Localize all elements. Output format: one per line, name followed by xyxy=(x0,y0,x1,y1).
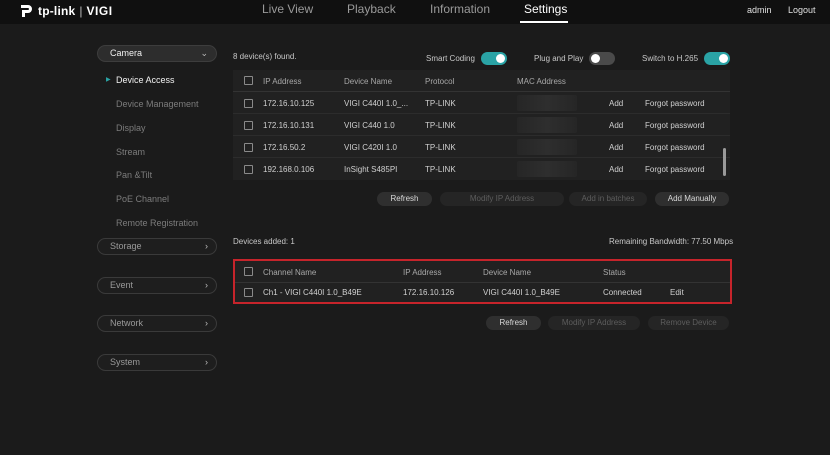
remaining-bandwidth: Remaining Bandwidth: 77.50 Mbps xyxy=(609,237,734,246)
nav-playback[interactable]: Playback xyxy=(347,2,396,16)
row-add-link[interactable]: Add xyxy=(609,143,623,152)
row-mac-redacted xyxy=(517,95,577,111)
logo-product: VIGI xyxy=(86,4,113,18)
row-protocol: TP-LINK xyxy=(425,121,456,130)
row-ip: 172.16.50.2 xyxy=(263,143,306,152)
refresh-button[interactable]: Refresh xyxy=(377,192,432,206)
row-mac-redacted xyxy=(517,117,577,133)
toggle-knob xyxy=(496,54,505,63)
sidebar-network-menu[interactable]: Network › xyxy=(97,315,217,332)
row-ip: 172.16.10.131 xyxy=(263,121,315,130)
logo-separator: | xyxy=(79,4,83,18)
add-manually-button[interactable]: Add Manually xyxy=(655,192,729,206)
column-device-name: Device Name xyxy=(344,77,393,86)
modify-ip-button[interactable]: Modify IP Address xyxy=(440,192,564,206)
tp-link-logo-icon xyxy=(21,5,32,17)
row-checkbox[interactable] xyxy=(244,143,253,152)
sidebar-system-label: System xyxy=(110,357,141,367)
smart-coding-label: Smart Coding xyxy=(426,54,475,63)
chevron-right-icon: › xyxy=(205,241,208,251)
sidebar-item-poe-channel[interactable]: PoE Channel xyxy=(116,194,169,204)
row-mac-redacted xyxy=(517,161,577,177)
chevron-right-icon: › xyxy=(205,280,208,290)
row-device-name: VIGI C440I 1.0_... xyxy=(344,99,409,108)
sidebar-item-display[interactable]: Display xyxy=(116,123,146,133)
nav-information[interactable]: Information xyxy=(430,2,490,16)
logout-link[interactable]: Logout xyxy=(788,5,816,15)
row-protocol: TP-LINK xyxy=(425,165,456,174)
row-mac-redacted xyxy=(517,139,577,155)
highlight-box xyxy=(233,259,732,304)
nav-active-underline xyxy=(520,21,568,23)
select-all-checkbox[interactable] xyxy=(244,76,253,85)
tp-link-logo: tp-link | VIGI xyxy=(18,3,113,19)
added-modify-ip-button[interactable]: Modify IP Address xyxy=(548,316,640,330)
top-bar: tp-link | VIGI Live View Playback Inform… xyxy=(0,0,830,24)
row-device-name: VIGI C440 1.0 xyxy=(344,121,395,130)
chevron-down-icon: ⌄ xyxy=(200,48,208,58)
table-row: 192.168.0.106 InSight S485PI TP-LINK Add… xyxy=(233,158,730,180)
table-scrollbar[interactable] xyxy=(723,148,726,176)
nav-settings[interactable]: Settings xyxy=(524,2,567,16)
sidebar-item-device-access[interactable]: Device Access xyxy=(116,75,175,85)
logo-text: tp-link xyxy=(38,4,76,18)
discovered-devices-table: IP Address Device Name Protocol MAC Addr… xyxy=(233,70,730,180)
table-row: 172.16.10.125 VIGI C440I 1.0_... TP-LINK… xyxy=(233,92,730,114)
row-device-name: InSight S485PI xyxy=(344,165,398,174)
chevron-right-icon: › xyxy=(205,318,208,328)
nav-live-view[interactable]: Live View xyxy=(262,2,313,16)
row-forgot-password-link[interactable]: Forgot password xyxy=(645,99,705,108)
row-checkbox[interactable] xyxy=(244,121,253,130)
row-device-name: VIGI C420I 1.0 xyxy=(344,143,397,152)
row-checkbox[interactable] xyxy=(244,165,253,174)
added-refresh-button[interactable]: Refresh xyxy=(486,316,541,330)
row-add-link[interactable]: Add xyxy=(609,99,623,108)
sidebar-camera-menu[interactable]: Camera ⌄ xyxy=(97,45,217,62)
sidebar-event-menu[interactable]: Event › xyxy=(97,277,217,294)
sidebar-item-device-management[interactable]: Device Management xyxy=(116,99,199,109)
toggle-knob xyxy=(719,54,728,63)
switch-h265-label: Switch to H.265 xyxy=(642,54,699,63)
sidebar-storage-label: Storage xyxy=(110,241,142,251)
sidebar-item-remote-registration[interactable]: Remote Registration xyxy=(116,218,198,228)
sidebar-network-label: Network xyxy=(110,318,144,328)
row-add-link[interactable]: Add xyxy=(609,121,623,130)
row-ip: 192.168.0.106 xyxy=(263,165,315,174)
row-ip: 172.16.10.125 xyxy=(263,99,315,108)
sidebar-storage-menu[interactable]: Storage › xyxy=(97,238,217,255)
plug-and-play-toggle[interactable] xyxy=(589,52,615,65)
column-mac-address: MAC Address xyxy=(517,77,566,86)
switch-h265-toggle[interactable] xyxy=(704,52,730,65)
user-name[interactable]: admin xyxy=(747,5,772,15)
table-row: 172.16.50.2 VIGI C420I 1.0 TP-LINK Add F… xyxy=(233,136,730,158)
table-header: IP Address Device Name Protocol MAC Addr… xyxy=(233,70,730,92)
device-count-text: 8 device(s) found. xyxy=(233,52,297,61)
row-forgot-password-link[interactable]: Forgot password xyxy=(645,121,705,130)
sidebar-item-pan-tilt[interactable]: Pan &Tilt xyxy=(116,170,152,180)
toggle-knob xyxy=(591,54,600,63)
row-forgot-password-link[interactable]: Forgot password xyxy=(645,165,705,174)
smart-coding-toggle[interactable] xyxy=(481,52,507,65)
sidebar-item-stream[interactable]: Stream xyxy=(116,147,145,157)
devices-added-title: Devices added: 1 xyxy=(233,237,295,246)
active-bullet-icon: ▶ xyxy=(106,77,111,83)
column-ip-address: IP Address xyxy=(263,77,302,86)
table-row: 172.16.10.131 VIGI C440 1.0 TP-LINK Add … xyxy=(233,114,730,136)
sidebar-event-label: Event xyxy=(110,280,134,290)
remove-device-button[interactable]: Remove Device xyxy=(648,316,729,330)
sidebar-camera-label: Camera xyxy=(110,48,143,58)
row-protocol: TP-LINK xyxy=(425,99,456,108)
row-add-link[interactable]: Add xyxy=(609,165,623,174)
row-protocol: TP-LINK xyxy=(425,143,456,152)
column-protocol: Protocol xyxy=(425,77,455,86)
chevron-right-icon: › xyxy=(205,357,208,367)
sidebar-system-menu[interactable]: System › xyxy=(97,354,217,371)
row-forgot-password-link[interactable]: Forgot password xyxy=(645,143,705,152)
row-checkbox[interactable] xyxy=(244,99,253,108)
plug-and-play-label: Plug and Play xyxy=(534,54,584,63)
add-in-batches-button[interactable]: Add in batches xyxy=(569,192,647,206)
